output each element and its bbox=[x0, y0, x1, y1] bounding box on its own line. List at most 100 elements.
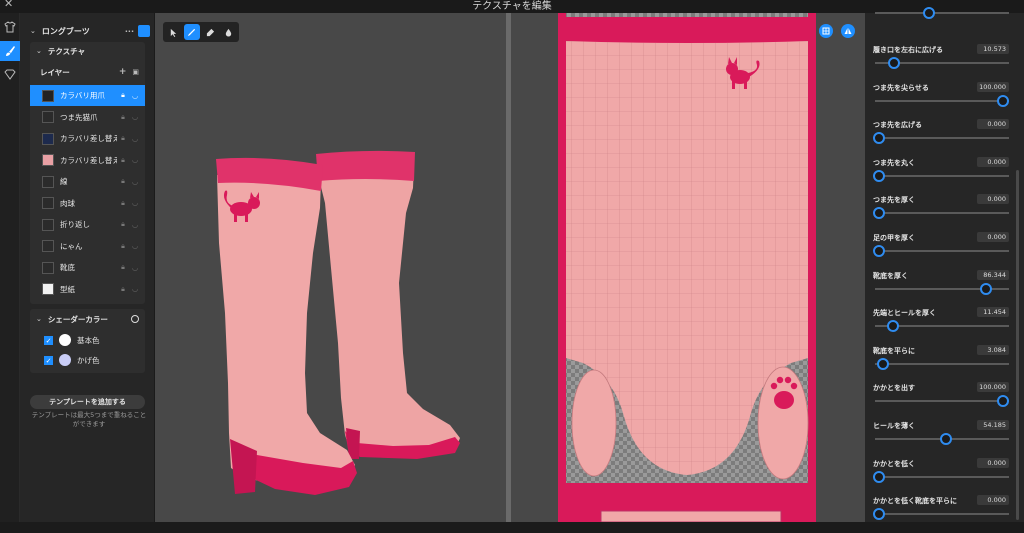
param-value-field[interactable]: 100.000 bbox=[977, 81, 1009, 92]
right-panel-scrollbar[interactable] bbox=[1016, 170, 1019, 520]
slider-track[interactable] bbox=[875, 12, 1009, 14]
param-value-field[interactable]: 86.344 bbox=[977, 269, 1009, 280]
lock-icon[interactable]: 🔒︎ bbox=[117, 263, 129, 272]
param-value-field[interactable]: 10.573 bbox=[977, 44, 1009, 54]
texture-card: ⌄ テクスチャ レイヤー + ▣ カラバリ用爪 🔒︎ ◡ つま先猫爪 🔒︎ ◡ カラバリ差し… bbox=[30, 42, 145, 304]
layer-name: にゃん bbox=[60, 241, 83, 251]
bottom-band-inner bbox=[600, 510, 782, 522]
eye-hidden-icon[interactable]: ◡ bbox=[129, 221, 141, 229]
lock-icon[interactable]: 🔒︎ bbox=[117, 156, 129, 165]
add-image-icon[interactable]: ▣ bbox=[132, 68, 139, 76]
lock-icon[interactable]: 🔒︎ bbox=[117, 285, 129, 294]
slider-knob[interactable] bbox=[873, 508, 885, 521]
slider-knob[interactable] bbox=[873, 169, 885, 182]
param-value-field[interactable]: 0.000 bbox=[977, 156, 1009, 167]
slider-track[interactable] bbox=[875, 250, 1009, 252]
3d-viewport[interactable] bbox=[155, 13, 506, 522]
param-value-field[interactable]: 0.000 bbox=[977, 495, 1009, 506]
layer-item[interactable]: 靴底 🔒︎ ◡ bbox=[30, 257, 145, 278]
shape-param: 靴底を厚く 86.344 bbox=[873, 269, 1009, 308]
layer-item[interactable]: カラバリ差し替え 🔒︎ ◡ bbox=[30, 150, 145, 171]
slider-knob[interactable] bbox=[887, 320, 899, 333]
tag-icon[interactable] bbox=[0, 65, 20, 85]
shader-section-header[interactable]: ⌄ シェーダーカラー bbox=[30, 312, 145, 326]
slider-knob[interactable] bbox=[873, 470, 885, 483]
slider-track[interactable] bbox=[875, 475, 1009, 478]
uv-layout bbox=[558, 13, 816, 522]
palette-icon[interactable] bbox=[131, 315, 139, 323]
uv-texture-view[interactable] bbox=[511, 13, 865, 522]
shader-color-checkbox[interactable]: ✓ bbox=[44, 355, 53, 365]
slider-knob[interactable] bbox=[873, 245, 885, 257]
param-value-field[interactable]: 3.084 bbox=[977, 344, 1009, 355]
eye-hidden-icon[interactable]: ◡ bbox=[129, 135, 141, 143]
slider-knob[interactable] bbox=[873, 132, 885, 145]
param-value-field[interactable]: 100.000 bbox=[977, 382, 1009, 393]
eye-hidden-icon[interactable]: ◡ bbox=[129, 242, 141, 250]
layer-item[interactable]: にゃん 🔒︎ ◡ bbox=[30, 236, 145, 257]
slider-track[interactable] bbox=[875, 137, 1009, 140]
slider-knob[interactable] bbox=[877, 357, 889, 370]
mirror-button[interactable] bbox=[841, 24, 855, 38]
slider-track[interactable] bbox=[875, 513, 1009, 516]
item-header[interactable]: ⌄ ロングブーツ ··· bbox=[30, 23, 150, 39]
lock-icon[interactable]: 🔒︎ bbox=[117, 134, 129, 143]
lock-icon[interactable]: 🔒︎ bbox=[117, 177, 129, 186]
lock-icon[interactable]: 🔒︎ bbox=[117, 199, 129, 208]
eye-hidden-icon[interactable]: ◡ bbox=[129, 264, 141, 272]
slider-track[interactable] bbox=[875, 174, 1009, 177]
eye-hidden-icon[interactable]: ◡ bbox=[129, 156, 141, 164]
eye-hidden-icon[interactable]: ◡ bbox=[129, 92, 141, 100]
slider-knob[interactable] bbox=[997, 94, 1009, 107]
param-value-field[interactable]: 0.000 bbox=[977, 119, 1009, 130]
grid-toggle-button[interactable] bbox=[819, 24, 833, 38]
layer-item[interactable]: 肉球 🔒︎ ◡ bbox=[30, 193, 145, 214]
texture-panel: ⌄ ロングブーツ ··· ⌄ テクスチャ レイヤー + ▣ カラバリ用爪 🔒︎ ◡ つ… bbox=[20, 13, 154, 522]
eye-hidden-icon[interactable]: ◡ bbox=[129, 285, 141, 293]
lock-icon[interactable]: 🔒︎ bbox=[117, 113, 129, 122]
param-value-field[interactable]: 0.000 bbox=[977, 232, 1009, 242]
color-swatch[interactable] bbox=[59, 354, 71, 366]
eye-hidden-icon[interactable]: ◡ bbox=[129, 113, 141, 121]
param-value-field[interactable]: 54.185 bbox=[977, 420, 1009, 430]
lock-icon[interactable]: 🔒︎ bbox=[117, 220, 129, 229]
param-label: 足の甲を厚く bbox=[873, 234, 915, 242]
sole-uv-island-left bbox=[571, 369, 617, 477]
param-value-field[interactable]: 0.000 bbox=[977, 457, 1009, 468]
slider-track[interactable] bbox=[875, 362, 1009, 365]
slider-knob[interactable] bbox=[940, 433, 952, 445]
slider-track[interactable] bbox=[875, 400, 1009, 403]
layer-item[interactable]: 型紙 🔒︎ ◡ bbox=[30, 279, 145, 300]
shader-color-item[interactable]: ✓ かげ色 bbox=[30, 352, 145, 368]
brush-icon[interactable] bbox=[0, 41, 20, 61]
slider-knob[interactable] bbox=[997, 395, 1009, 408]
color-swatch[interactable] bbox=[59, 334, 71, 346]
layer-item[interactable]: 折り返し 🔒︎ ◡ bbox=[30, 214, 145, 235]
slider-knob[interactable] bbox=[888, 57, 900, 69]
slider-track[interactable] bbox=[875, 99, 1009, 102]
add-template-button[interactable]: テンプレートを追加する bbox=[30, 395, 145, 409]
more-icon[interactable]: ··· bbox=[125, 27, 134, 36]
uv-border-right bbox=[808, 13, 816, 522]
shader-color-item[interactable]: ✓ 基本色 bbox=[30, 332, 145, 348]
param-value-field[interactable]: 0.000 bbox=[977, 194, 1009, 205]
settings-sliders-icon[interactable] bbox=[138, 25, 150, 37]
shirt-icon[interactable] bbox=[0, 17, 20, 37]
param-value-field[interactable]: 11.454 bbox=[977, 307, 1009, 318]
lock-icon[interactable]: 🔒︎ bbox=[117, 242, 129, 251]
layer-item[interactable]: カラバリ用爪 🔒︎ ◡ bbox=[30, 85, 145, 106]
layer-item[interactable]: つま先猫爪 🔒︎ ◡ bbox=[30, 107, 145, 128]
slider-knob[interactable] bbox=[980, 282, 992, 295]
chevron-down-icon: ⌄ bbox=[36, 315, 42, 323]
slider-knob[interactable] bbox=[923, 7, 935, 19]
shader-color-checkbox[interactable]: ✓ bbox=[44, 335, 53, 345]
texture-section-header[interactable]: ⌄ テクスチャ bbox=[30, 44, 145, 58]
lock-icon[interactable]: 🔒︎ bbox=[117, 91, 129, 100]
layer-item[interactable]: 線 🔒︎ ◡ bbox=[30, 171, 145, 192]
layer-item[interactable]: カラバリ差し替え(コピー)🔒︎◡ bbox=[30, 128, 145, 149]
slider-track[interactable] bbox=[875, 212, 1009, 215]
eye-hidden-icon[interactable]: ◡ bbox=[129, 199, 141, 207]
add-layer-icon[interactable]: + bbox=[119, 67, 127, 77]
eye-hidden-icon[interactable]: ◡ bbox=[129, 178, 141, 186]
slider-knob[interactable] bbox=[873, 207, 885, 220]
